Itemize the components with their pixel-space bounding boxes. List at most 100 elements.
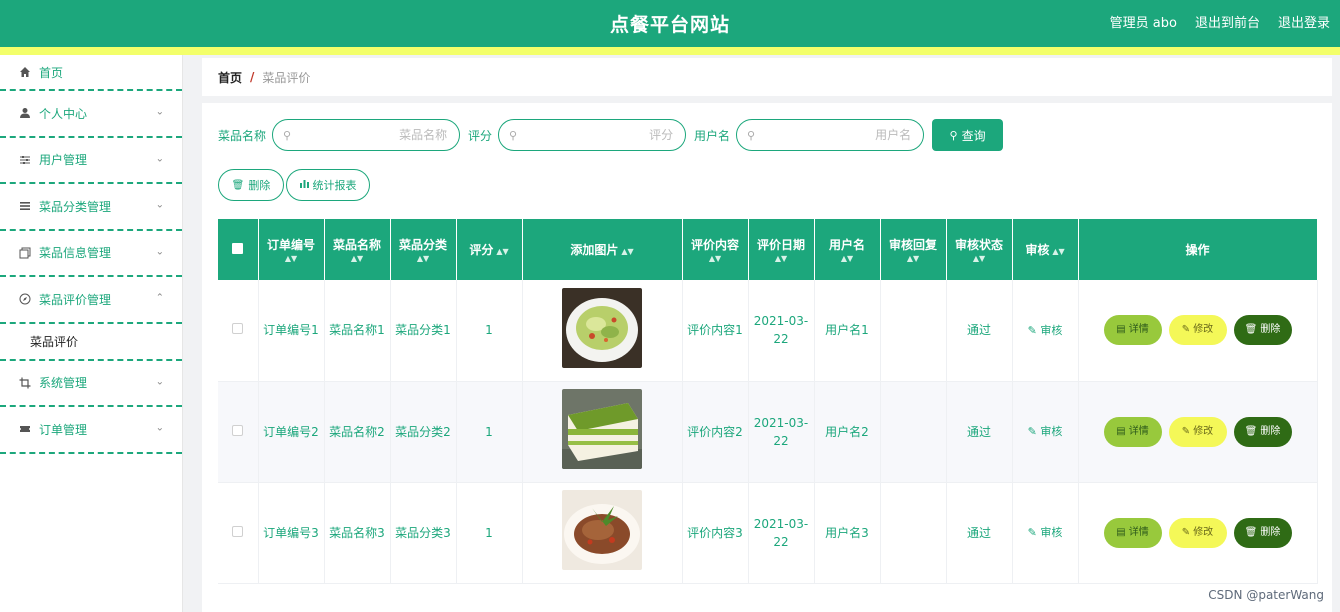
edit-icon: ✎ <box>1181 526 1191 538</box>
chevron-down-icon: ⌄ <box>155 106 164 118</box>
edit-icon: ✎ <box>1027 425 1037 438</box>
edit-icon: ✎ <box>1027 323 1037 337</box>
cell-status: 通过 <box>946 482 1013 584</box>
header-score[interactable]: 评分 ▲▼ <box>456 219 523 280</box>
header-label: 审核 <box>1025 242 1050 257</box>
audit-link[interactable]: ✎ 审核 <box>1028 324 1063 337</box>
copy-icon <box>18 246 32 260</box>
sort-icon[interactable]: ▲▼ <box>621 247 633 256</box>
header-label: 操作 <box>1185 242 1210 257</box>
sidebar-item-system[interactable]: 系统管理 ⌄ <box>0 361 182 407</box>
header-date[interactable]: 评价日期 ▲▼ <box>748 219 815 280</box>
row-checkbox[interactable] <box>232 424 244 436</box>
sidebar-item-profile[interactable]: 个人中心 ⌄ <box>0 91 182 138</box>
logout-link[interactable]: 退出登录 <box>1278 12 1330 31</box>
sidebar-item-dish-review[interactable]: 菜品评价管理 ⌃ <box>0 277 182 324</box>
review-table: 订单编号 ▲▼ 菜品名称 ▲▼ 菜品分类 ▲▼ 评分 ▲▼ 添加图片 ▲▼ 评价内容 ▲▼ … <box>218 219 1318 584</box>
sort-icon[interactable]: ▲▼ <box>259 254 324 264</box>
header-image[interactable]: 添加图片 ▲▼ <box>522 219 683 280</box>
row-checkbox[interactable] <box>232 525 244 537</box>
header-reply[interactable]: 审核回复 ▲▼ <box>880 219 947 280</box>
sidebar-item-dish-info[interactable]: 菜品信息管理 ⌄ <box>0 231 182 277</box>
header-label: 菜品名称 <box>332 237 381 252</box>
header-label: 评价日期 <box>756 237 805 252</box>
query-button[interactable]: ⚲ 查询 <box>932 119 1004 151</box>
cell-score: 1 <box>456 381 523 483</box>
cell-status: 通过 <box>946 381 1013 483</box>
header-label: 审核回复 <box>888 237 937 252</box>
delete-button[interactable]: 🗑 删除 <box>1233 416 1292 447</box>
score-input[interactable] <box>523 128 674 142</box>
edit-icon: ✎ <box>1027 526 1037 539</box>
header-dish[interactable]: 菜品名称 ▲▼ <box>324 219 391 280</box>
table-row: 订单编号2 菜品名称2 菜品分类2 1 评价内容2 2021-03-22 用户名… <box>218 381 1318 483</box>
sort-icon[interactable]: ▲▼ <box>325 254 390 264</box>
sort-icon[interactable]: ▲▼ <box>496 247 508 256</box>
header-user[interactable]: 用户名 ▲▼ <box>814 219 881 280</box>
header-content[interactable]: 评价内容 ▲▼ <box>682 219 749 280</box>
edit-button[interactable]: ✎ 修改 <box>1168 517 1227 548</box>
batch-delete-button[interactable]: 🗑 删除 <box>218 169 284 201</box>
audit-label: 审核 <box>1040 526 1063 539</box>
edit-icon: ✎ <box>1181 425 1191 437</box>
document-icon: ▤ <box>1116 526 1126 538</box>
cell-audit: ✎ 审核 <box>1012 381 1079 483</box>
sort-icon[interactable]: ▲▼ <box>1052 247 1064 256</box>
stats-report-button[interactable]: 统计报表 <box>286 169 370 201</box>
sort-icon[interactable]: ▲▼ <box>391 254 456 264</box>
row-checkbox[interactable] <box>232 323 244 335</box>
header-actions: 管理员 abo 退出到前台 退出登录 <box>1110 12 1330 31</box>
username-input[interactable] <box>761 128 912 142</box>
sidebar-item-orders[interactable]: 订单管理 ⌄ <box>0 407 182 454</box>
detail-button[interactable]: ▤ 详情 <box>1103 315 1162 346</box>
row-select-cell <box>218 482 259 584</box>
dish-image <box>562 389 642 469</box>
sidebar-item-label: 首页 <box>39 65 64 80</box>
sort-icon[interactable]: ▲▼ <box>881 254 946 264</box>
sidebar-item-label: 用户管理 <box>39 153 88 168</box>
back-to-front-link[interactable]: 退出到前台 <box>1195 12 1260 31</box>
delete-button[interactable]: 🗑 删除 <box>1233 517 1292 548</box>
select-all-cell[interactable] <box>218 219 259 280</box>
admin-label[interactable]: 管理员 abo <box>1110 12 1177 31</box>
header-category[interactable]: 菜品分类 ▲▼ <box>390 219 457 280</box>
audit-link[interactable]: ✎ 审核 <box>1028 526 1063 539</box>
watermark: CSDN @paterWang <box>1208 588 1324 602</box>
detail-button[interactable]: ▤ 详情 <box>1103 517 1162 548</box>
sort-icon[interactable]: ▲▼ <box>683 254 748 264</box>
sort-icon[interactable]: ▲▼ <box>749 254 814 264</box>
header-audit[interactable]: 审核 ▲▼ <box>1012 219 1079 280</box>
cell-audit: ✎ 审核 <box>1012 482 1079 584</box>
sort-icon[interactable]: ▲▼ <box>947 254 1012 264</box>
header-label: 添加图片 <box>570 242 619 257</box>
trash-icon: 🗑 <box>1244 526 1258 538</box>
sidebar-item-users[interactable]: 用户管理 ⌄ <box>0 138 182 184</box>
sidebar-subitem-label: 菜品评价 <box>30 334 79 349</box>
edit-button[interactable]: ✎ 修改 <box>1168 315 1227 346</box>
home-icon <box>18 65 32 79</box>
select-all-checkbox[interactable] <box>232 242 244 254</box>
header-accent-line <box>0 47 1340 55</box>
delete-label: 删除 <box>1260 425 1281 437</box>
sidebar-item-home[interactable]: 首页 <box>0 55 182 91</box>
dish-name-input[interactable] <box>297 128 448 142</box>
sidebar-item-category[interactable]: 菜品分类管理 ⌄ <box>0 184 182 231</box>
audit-link[interactable]: ✎ 审核 <box>1028 425 1063 438</box>
cell-date: 2021-03-22 <box>748 482 815 584</box>
header-order[interactable]: 订单编号 ▲▼ <box>258 219 325 280</box>
detail-button[interactable]: ▤ 详情 <box>1103 416 1162 447</box>
cell-ops: ▤ 详情 ✎ 修改 🗑 删除 <box>1078 482 1318 584</box>
delete-button[interactable]: 🗑 删除 <box>1233 315 1292 346</box>
chevron-down-icon: ⌄ <box>155 422 164 434</box>
sidebar-subitem-dish-review[interactable]: 菜品评价 <box>0 324 182 361</box>
detail-label: 详情 <box>1128 324 1149 336</box>
edit-button[interactable]: ✎ 修改 <box>1168 416 1227 447</box>
audit-label: 审核 <box>1040 323 1063 337</box>
header-status[interactable]: 审核状态 ▲▼ <box>946 219 1013 280</box>
cell-category: 菜品分类3 <box>390 482 457 584</box>
edit-label: 修改 <box>1193 526 1214 538</box>
sort-icon[interactable]: ▲▼ <box>815 254 880 264</box>
breadcrumb-home[interactable]: 首页 <box>218 69 242 86</box>
sidebar-item-label: 菜品评价管理 <box>39 292 112 307</box>
user-icon <box>18 106 32 120</box>
